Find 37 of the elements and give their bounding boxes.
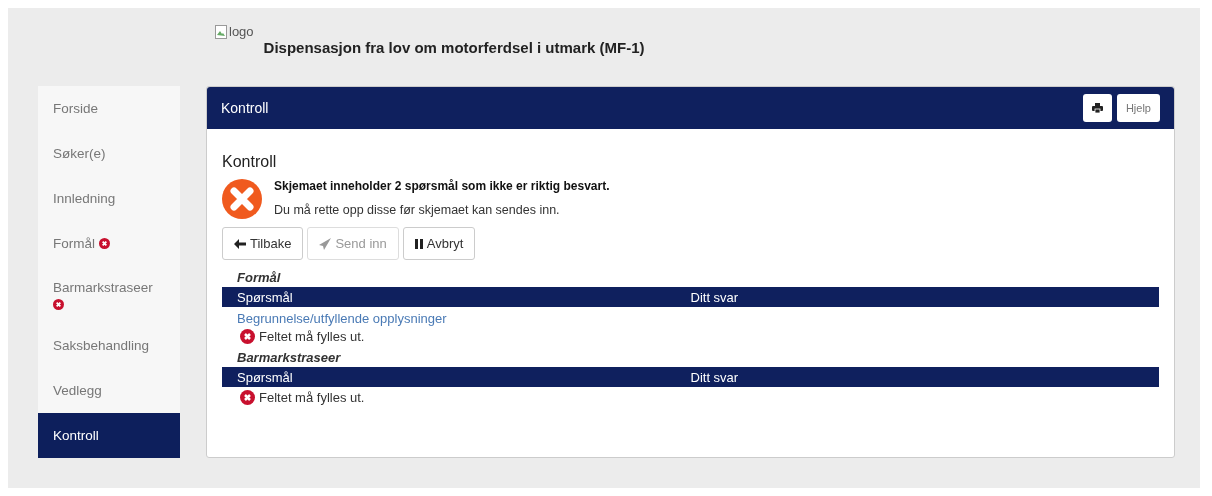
error-detail: Du må rette opp disse før skjemaet kan sendes inn. xyxy=(274,203,561,217)
broken-image-icon xyxy=(215,24,227,39)
page-title: Dispensasjon fra lov om motorferdsel i utmark (MF-1) xyxy=(263,39,645,56)
help-button[interactable]: Hjelp xyxy=(1116,94,1160,122)
sidebar-item[interactable]: Saksbehandling xyxy=(38,323,180,368)
print-button[interactable] xyxy=(1082,94,1112,122)
error-icon xyxy=(240,329,255,344)
sidebar-item[interactable]: Kontroll xyxy=(38,413,180,458)
printer-icon xyxy=(1091,103,1103,113)
question-link[interactable]: Begrunnelse/utfyllende opplysninger xyxy=(237,311,1159,326)
cancel-button[interactable]: Avbryt xyxy=(402,227,476,260)
validation-error: Feltet må fylles ut. xyxy=(259,390,365,405)
sidebar-item[interactable]: Barmarkstraseer xyxy=(38,266,180,323)
sidebar-item[interactable]: Søker(e) xyxy=(38,131,180,176)
error-icon xyxy=(98,238,110,249)
logo-alt-text: logo xyxy=(229,24,254,39)
pause-icon xyxy=(414,238,423,249)
section-title: Formål xyxy=(237,270,282,285)
validation-error: Feltet må fylles ut. xyxy=(259,329,365,344)
error-message: Skjemaet inneholder 2 spørsmål som ikke er riktig besvart. xyxy=(274,179,610,193)
arrow-left-icon xyxy=(234,238,246,249)
column-header: Ditt svar xyxy=(690,369,740,385)
back-button[interactable]: Tilbake xyxy=(222,227,304,260)
error-icon xyxy=(240,390,255,405)
section-title: Barmarkstraseer xyxy=(237,350,342,365)
sidebar-item[interactable]: Forside xyxy=(38,86,180,131)
panel-title: Kontroll xyxy=(221,100,269,116)
column-header: Spørsmål xyxy=(237,289,294,305)
sidebar-item[interactable]: Formål xyxy=(38,221,180,266)
section-heading: Kontroll xyxy=(222,153,278,171)
error-icon xyxy=(222,179,262,219)
error-icon xyxy=(53,299,64,310)
sidebar-item[interactable]: Innledning xyxy=(38,176,180,221)
sidebar-item[interactable]: Vedlegg xyxy=(38,368,180,413)
send-icon xyxy=(319,237,332,250)
column-header: Ditt svar xyxy=(690,289,740,305)
column-header: Spørsmål xyxy=(237,369,294,385)
